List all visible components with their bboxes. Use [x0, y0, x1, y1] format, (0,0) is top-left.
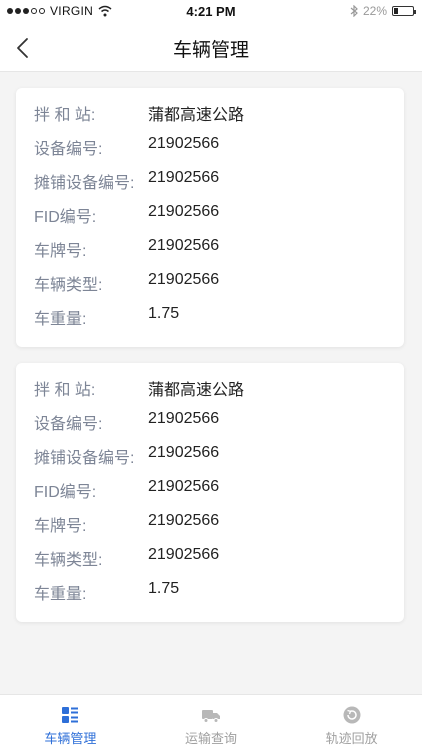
battery-percent: 22% [362, 4, 387, 18]
row-label: 车牌号: [34, 518, 87, 535]
vehicle-card[interactable]: 拌 和 站: 蒲都高速公路 设备编号: 21902566 摊铺设备编号: 219… [16, 363, 404, 622]
row-vehicle-weight: 车重量: 1.75 [34, 580, 394, 604]
row-value: 21902566 [148, 512, 220, 529]
tab-label: 车辆管理 [44, 731, 97, 746]
row-plate-number: 车牌号: 21902566 [34, 512, 394, 536]
row-value: 蒲都高速公路 [148, 107, 245, 124]
tab-label: 运输查询 [185, 731, 238, 746]
row-label: FID编号: [34, 209, 97, 226]
row-value: 21902566 [148, 478, 220, 495]
bluetooth-icon [350, 5, 358, 17]
row-label: 拌 和 站: [34, 107, 96, 124]
list-grid-icon [62, 707, 79, 723]
row-paver-device-number: 摊铺设备编号: 21902566 [34, 444, 394, 468]
row-value: 1.75 [148, 580, 180, 597]
vehicle-card[interactable]: 拌 和 站: 蒲都高速公路 设备编号: 21902566 摊铺设备编号: 219… [16, 88, 404, 347]
row-value: 21902566 [148, 169, 220, 186]
row-vehicle-type: 车辆类型: 21902566 [34, 546, 394, 570]
row-mixing-station: 拌 和 站: 蒲都高速公路 [34, 101, 394, 125]
row-value: 21902566 [148, 203, 220, 220]
row-value: 21902566 [148, 410, 220, 427]
row-label: 车辆类型: [34, 277, 103, 294]
row-fid-number: FID编号: 21902566 [34, 203, 394, 227]
row-value: 21902566 [148, 271, 220, 288]
battery-level [394, 8, 398, 14]
row-label: 拌 和 站: [34, 382, 96, 399]
tab-bar: 车辆管理 运输查询 轨迹回放 [0, 694, 422, 750]
row-paver-device-number: 摊铺设备编号: 21902566 [34, 169, 394, 193]
row-label: 摊铺设备编号: [34, 450, 135, 467]
tab-label: 轨迹回放 [325, 731, 378, 746]
row-value: 21902566 [148, 135, 220, 152]
row-plate-number: 车牌号: 21902566 [34, 237, 394, 261]
row-label: 车辆类型: [34, 552, 103, 569]
row-vehicle-weight: 车重量: 1.75 [34, 305, 394, 329]
tab-vehicle-management[interactable]: 车辆管理 [0, 695, 141, 750]
status-right: 22% [350, 4, 416, 18]
row-device-number: 设备编号: 21902566 [34, 135, 394, 159]
replay-icon [343, 706, 361, 724]
truck-icon [202, 710, 220, 723]
row-device-number: 设备编号: 21902566 [34, 410, 394, 434]
page-title: 车辆管理 [172, 40, 249, 61]
row-label: 车重量: [34, 586, 87, 603]
battery-icon [392, 6, 416, 16]
row-value: 21902566 [148, 546, 220, 563]
row-label: 车牌号: [34, 243, 87, 260]
row-value: 21902566 [148, 237, 220, 254]
tab-track-replay[interactable]: 轨迹回放 [281, 695, 422, 750]
row-value: 1.75 [148, 305, 180, 322]
row-vehicle-type: 车辆类型: 21902566 [34, 271, 394, 295]
row-label: 设备编号: [34, 141, 103, 158]
row-label: 车重量: [34, 311, 87, 328]
row-value: 21902566 [148, 444, 220, 461]
row-mixing-station: 拌 和 站: 蒲都高速公路 [34, 376, 394, 400]
row-fid-number: FID编号: 21902566 [34, 478, 394, 502]
row-label: 设备编号: [34, 416, 103, 433]
navigation-bar: 车辆管理 [0, 24, 422, 72]
row-label: 摊铺设备编号: [34, 175, 135, 192]
row-label: FID编号: [34, 484, 97, 501]
tab-transport-query[interactable]: 运输查询 [141, 695, 282, 750]
row-value: 蒲都高速公路 [148, 382, 245, 399]
status-bar: VIRGIN 4:21 PM 22% [0, 0, 422, 24]
